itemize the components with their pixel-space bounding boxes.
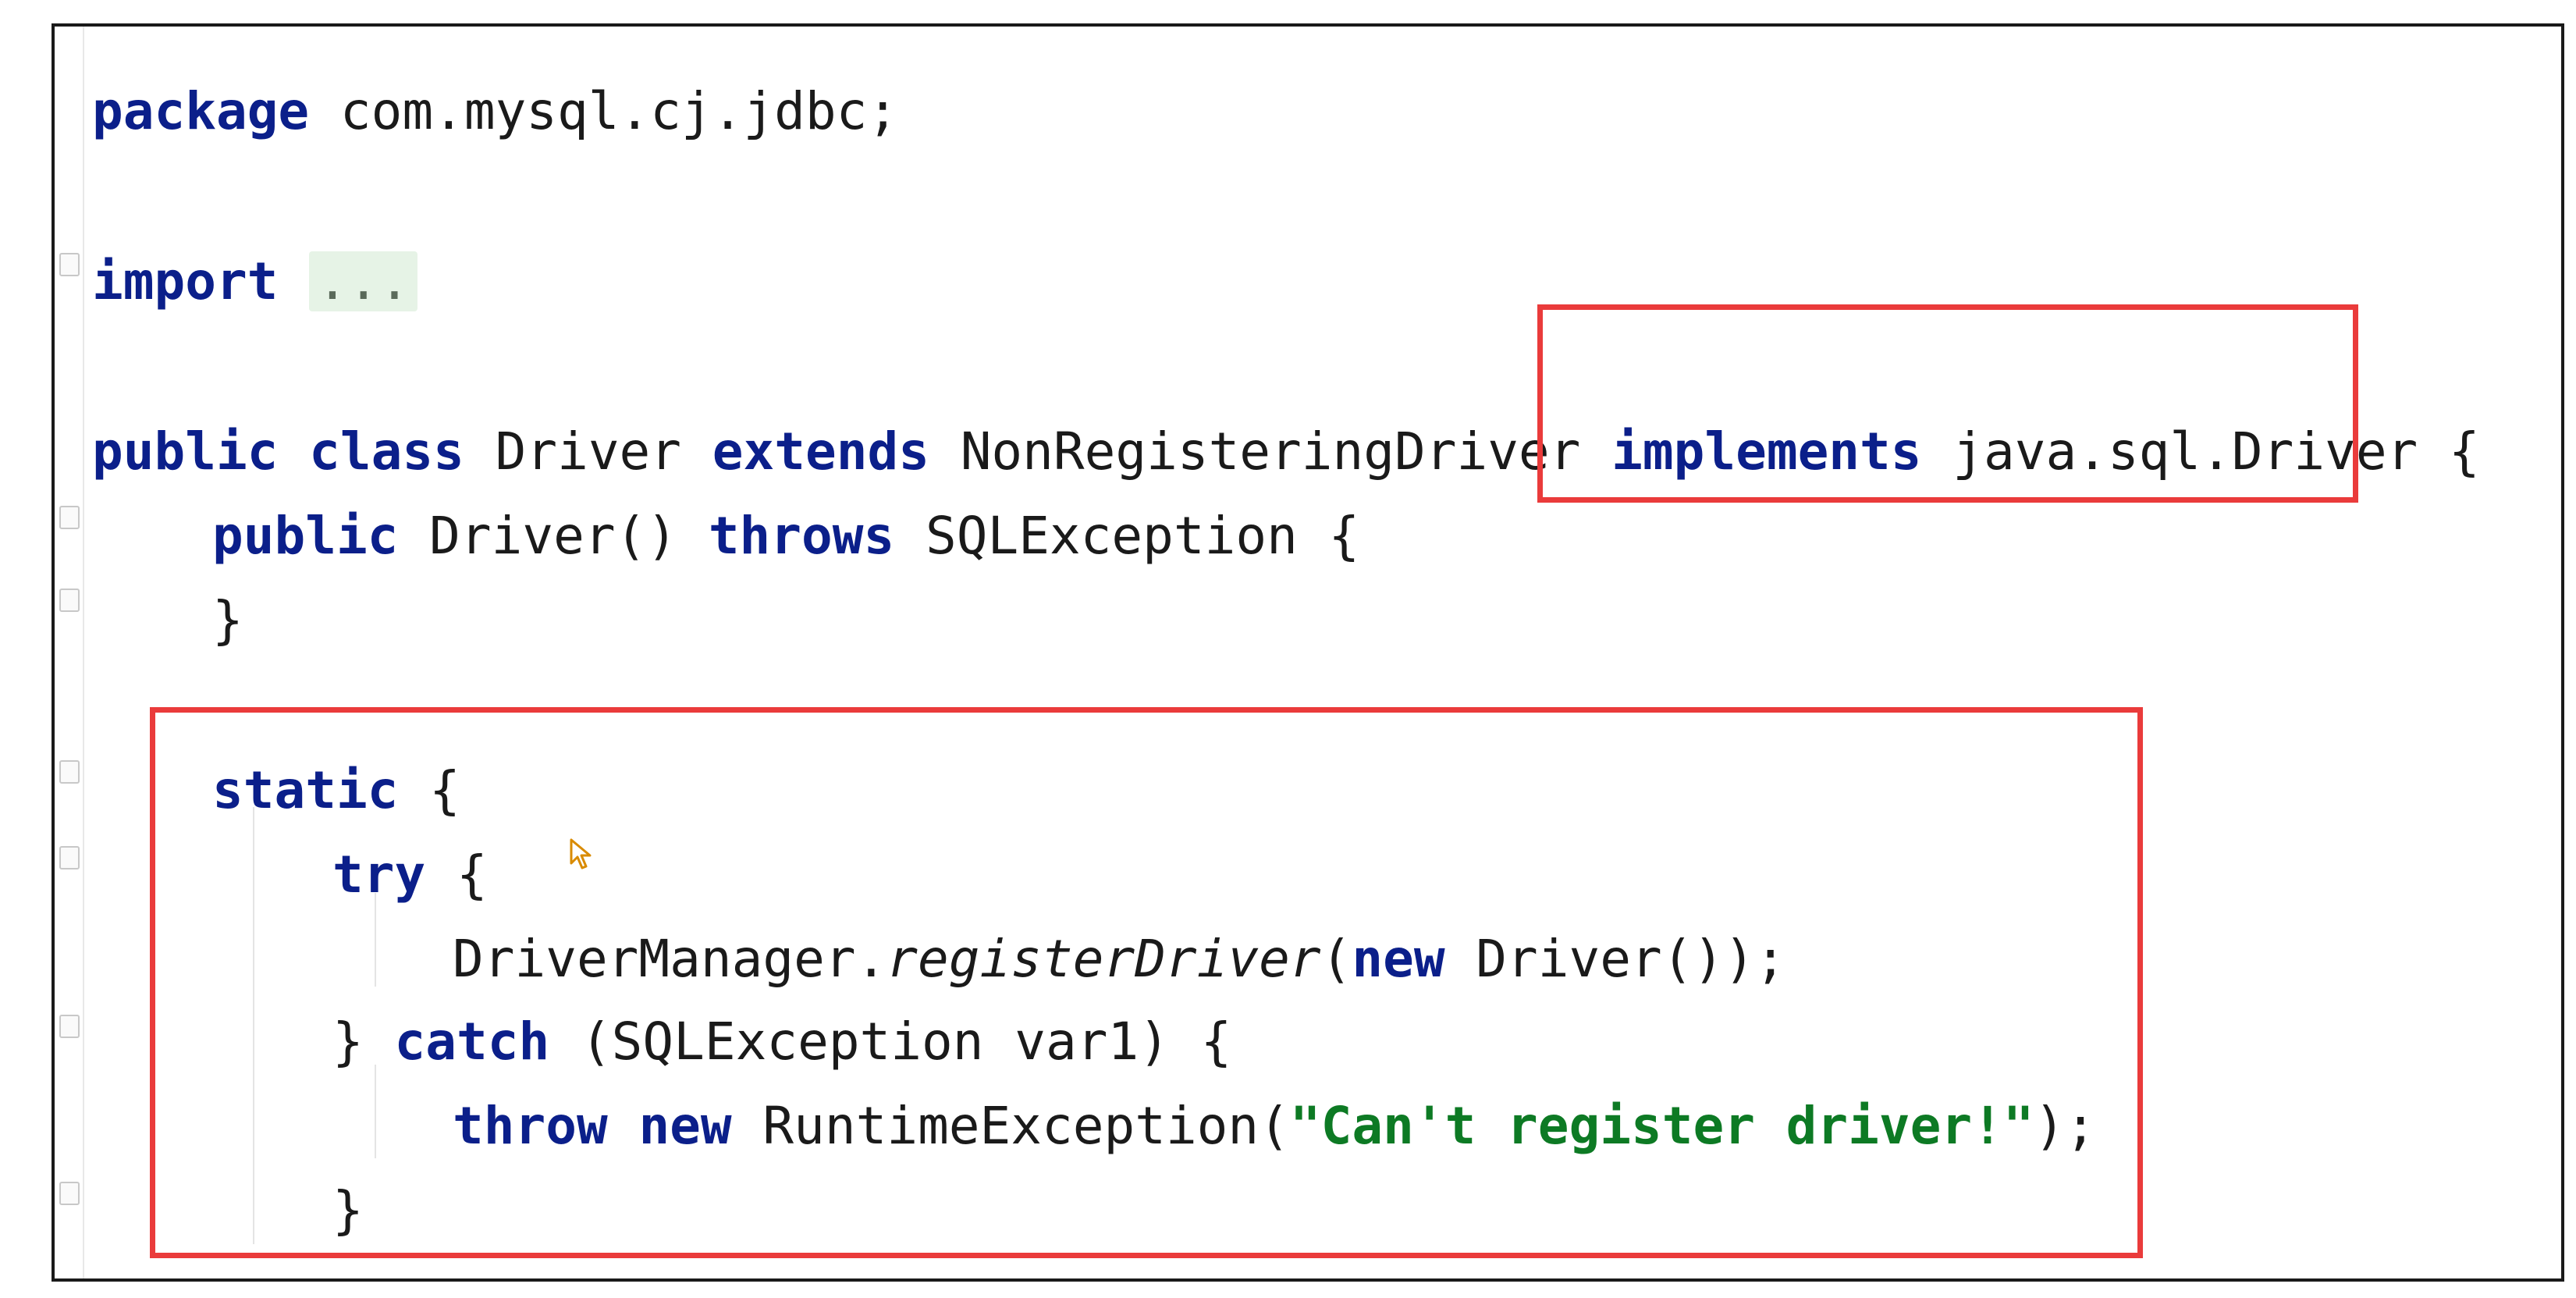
keyword: class — [309, 421, 464, 482]
fold-try-icon[interactable] — [59, 846, 80, 869]
code-line-import: import ... — [92, 247, 418, 317]
keyword: import — [92, 251, 279, 311]
keyword: package — [92, 81, 310, 141]
code-text: com.mysql.cj.jdbc; — [309, 81, 899, 141]
code-text: SQLException { — [925, 506, 1360, 566]
code-text: Driver() — [429, 506, 678, 566]
code-line-package: package com.mysql.cj.jdbc; — [92, 76, 898, 147]
code-text: } — [212, 590, 243, 650]
folded-imports[interactable]: ... — [309, 251, 418, 311]
code-text: Driver — [495, 421, 682, 482]
code-line-constructor-close: } — [212, 585, 243, 656]
highlight-implements-box — [1537, 304, 2358, 503]
fold-catch-icon[interactable] — [59, 1015, 80, 1038]
code-editor-frame: package com.mysql.cj.jdbc; import ... pu… — [52, 23, 2564, 1282]
highlight-static-block-box — [150, 707, 2143, 1258]
keyword: throws — [708, 506, 895, 566]
code-line-constructor: public Driver() throws SQLException { — [212, 501, 1359, 571]
code-text: { — [2449, 421, 2480, 482]
keyword: public — [212, 506, 399, 566]
fold-import-icon[interactable] — [59, 253, 80, 276]
fold-constructor-icon[interactable] — [59, 506, 80, 529]
fold-catch-end-icon[interactable] — [59, 1182, 80, 1205]
fold-static-icon[interactable] — [59, 760, 80, 784]
keyword: public — [92, 421, 279, 482]
fold-constructor-end-icon[interactable] — [59, 589, 80, 612]
keyword: extends — [712, 421, 929, 482]
editor-gutter — [55, 27, 84, 1278]
code-text: NonRegisteringDriver — [960, 421, 1581, 482]
